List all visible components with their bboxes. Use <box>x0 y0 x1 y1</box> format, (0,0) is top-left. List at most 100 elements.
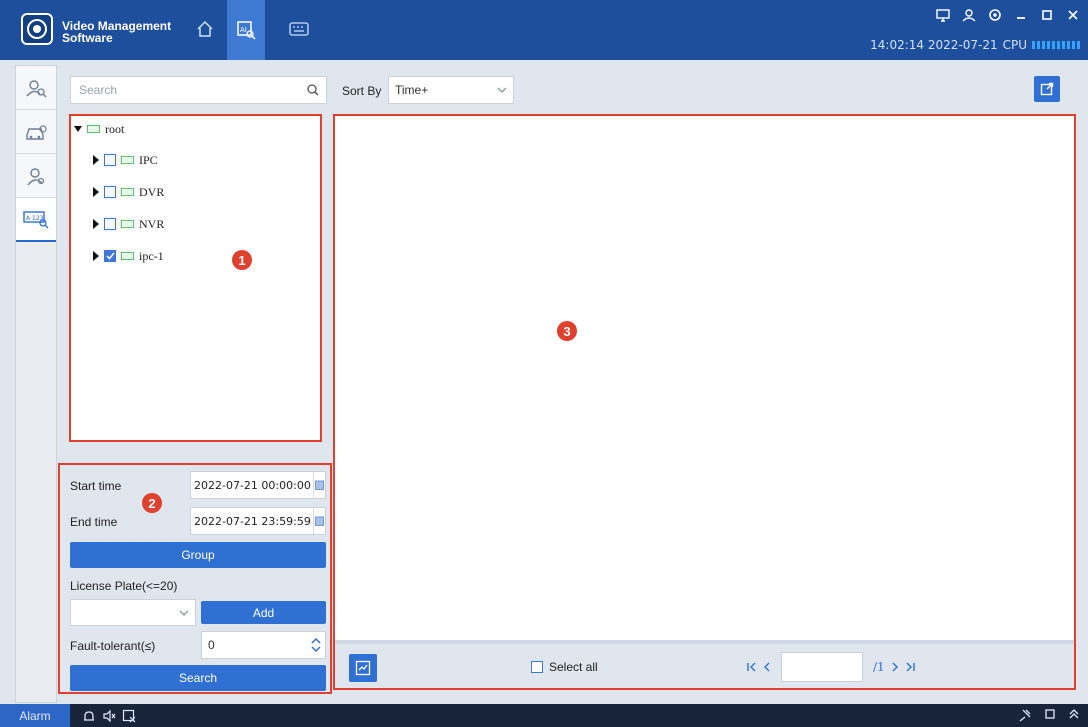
tree-node-label: DVR <box>139 184 165 199</box>
tree-node-label: NVR <box>139 216 165 231</box>
next-page-icon[interactable] <box>891 662 899 672</box>
tree-checkbox[interactable] <box>104 218 116 230</box>
sort-by-label: Sort By <box>342 84 382 98</box>
end-time-field[interactable]: 2022-07-21 23:59:59 <box>190 507 326 535</box>
function-rail: A·123 <box>15 65 57 703</box>
ai-search-icon: AI <box>236 20 256 40</box>
fault-tolerant-label: Fault-tolerant(≤) <box>70 639 156 653</box>
alarm-bell-icon[interactable] <box>82 709 96 723</box>
window-controls <box>936 8 1080 22</box>
page-total: /1 <box>873 660 885 674</box>
sort-by-value: Time+ <box>395 83 429 97</box>
stepper-arrows[interactable] <box>311 638 321 652</box>
tree-checkbox[interactable] <box>104 154 116 166</box>
app-logo <box>21 13 53 45</box>
start-time-value: 2022-07-21 00:00:00 <box>194 478 311 492</box>
tree-checkbox[interactable] <box>104 186 116 198</box>
page-number-input[interactable] <box>781 652 863 682</box>
collapse-panel-icon[interactable] <box>1068 708 1080 722</box>
export-button[interactable] <box>1034 76 1060 102</box>
alarm-tab[interactable]: Alarm <box>0 704 70 727</box>
chevron-up-icon <box>311 638 321 644</box>
home-icon <box>196 20 214 38</box>
calendar-icon[interactable] <box>313 508 325 534</box>
tree-node-root[interactable]: root <box>74 120 124 138</box>
fault-tolerant-value: 0 <box>208 638 215 652</box>
expand-caret-icon[interactable] <box>93 219 99 229</box>
rail-person[interactable] <box>16 154 56 198</box>
monitor-icon[interactable] <box>936 8 950 22</box>
restore-panel-icon[interactable] <box>1044 708 1056 722</box>
group-button[interactable]: Group <box>70 542 326 568</box>
pin-icon[interactable] <box>1018 708 1032 722</box>
restore-icon[interactable] <box>1040 8 1054 22</box>
clear-alarms-icon[interactable] <box>122 709 136 723</box>
fault-tolerant-stepper[interactable]: 0 <box>201 631 326 659</box>
first-page-icon[interactable] <box>747 662 757 672</box>
tree-node-nvr[interactable]: NVR <box>93 215 164 233</box>
start-time-field[interactable]: 2022-07-21 00:00:00 <box>190 471 326 499</box>
svg-text:AI: AI <box>240 26 247 34</box>
cpu-label: CPU <box>1002 38 1027 52</box>
license-plate-select[interactable] <box>70 599 196 626</box>
close-icon[interactable] <box>1066 8 1080 22</box>
device-tree-panel: root IPC DVR NVR ipc-1 1 <box>69 114 322 442</box>
person-icon <box>25 165 47 187</box>
user-icon[interactable] <box>962 8 976 22</box>
select-all-checkbox[interactable] <box>531 661 543 673</box>
minimize-icon[interactable] <box>1014 8 1028 22</box>
device-search-box <box>70 76 327 104</box>
status-bar-controls <box>1018 708 1080 722</box>
last-page-icon[interactable] <box>905 662 915 672</box>
tree-node-dvr[interactable]: DVR <box>93 183 164 201</box>
sort-by-select[interactable]: Time+ <box>388 76 514 104</box>
end-time-value: 2022-07-21 23:59:59 <box>194 514 311 528</box>
add-plate-button[interactable]: Add <box>201 601 326 624</box>
collapse-caret-icon[interactable] <box>74 126 82 132</box>
tab-keyboard[interactable] <box>280 10 318 48</box>
end-time-label: End time <box>70 515 118 529</box>
app-title-line2: Software <box>62 31 113 45</box>
pagination: /1 <box>747 652 915 682</box>
keyboard-icon <box>289 21 309 37</box>
tab-home[interactable] <box>186 10 224 48</box>
tree-node-label: IPC <box>139 152 158 167</box>
calendar-icon[interactable] <box>313 472 325 498</box>
playback-icon <box>355 660 371 676</box>
cpu-meter <box>1032 41 1082 49</box>
device-icon <box>121 156 134 164</box>
rail-license-plate[interactable]: A·123 <box>16 198 56 242</box>
status-readout: 14:02:14 2022-07-21 CPU <box>870 38 1082 52</box>
status-time: 14:02:14 2022-07-21 <box>870 38 998 52</box>
status-icons <box>82 709 136 723</box>
expand-caret-icon[interactable] <box>93 155 99 165</box>
mute-icon[interactable] <box>102 709 116 723</box>
search-button[interactable]: Search <box>70 665 326 691</box>
tree-node-ipc-1[interactable]: ipc-1 <box>93 247 164 265</box>
tree-node-ipc[interactable]: IPC <box>93 151 158 169</box>
tree-checkbox-checked[interactable] <box>104 250 116 262</box>
tab-ai-search[interactable]: AI <box>227 0 265 60</box>
license-plate-icon: A·123 <box>23 209 49 229</box>
playback-button[interactable] <box>349 654 377 682</box>
expand-caret-icon[interactable] <box>93 251 99 261</box>
search-icon[interactable] <box>306 83 320 97</box>
expand-caret-icon[interactable] <box>93 187 99 197</box>
rail-face-search[interactable] <box>16 66 56 110</box>
tree-node-label: root <box>105 121 125 136</box>
device-icon <box>121 252 134 260</box>
device-search-input[interactable] <box>71 77 291 103</box>
search-filter-panel: Start time 2022-07-21 00:00:00 2 End tim… <box>58 463 332 694</box>
chevron-down-icon <box>497 87 507 93</box>
title-bar: Video Management Software AI 14:02:14 20… <box>0 0 1088 60</box>
select-all-control[interactable]: Select all <box>531 660 598 674</box>
results-footer: Select all /1 <box>335 640 1074 688</box>
prev-page-icon[interactable] <box>763 662 771 672</box>
vehicle-icon <box>24 121 48 143</box>
rail-vehicle[interactable] <box>16 110 56 154</box>
settings-icon[interactable] <box>988 8 1002 22</box>
chevron-down-icon <box>311 646 321 652</box>
status-bar: Alarm <box>0 704 1088 727</box>
tree-node-label: ipc-1 <box>139 248 164 263</box>
select-all-label: Select all <box>549 660 598 674</box>
